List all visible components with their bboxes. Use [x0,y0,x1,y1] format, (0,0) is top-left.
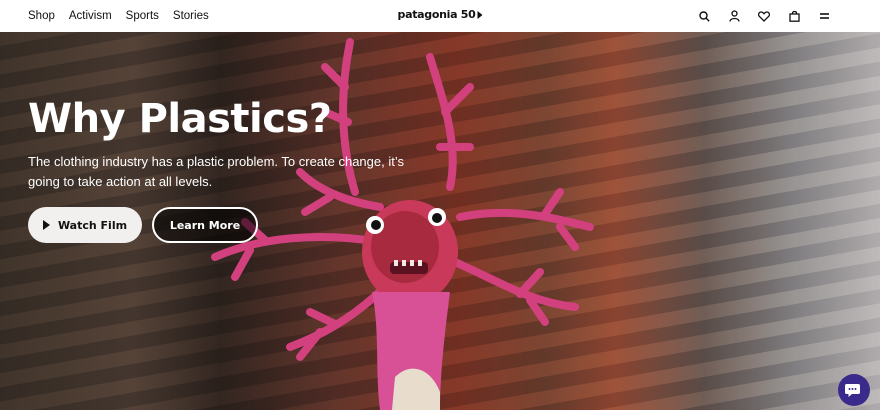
heart-icon[interactable] [756,8,772,24]
play-icon [42,220,50,230]
hero-title: Why Plastics? [28,96,332,142]
hero-subtitle: The clothing industry has a plastic prob… [28,154,405,189]
nav-stories[interactable]: Stories [173,10,209,22]
nav-sports[interactable]: Sports [126,10,159,22]
chat-button[interactable] [838,374,870,406]
nav-shop[interactable]: Shop [28,10,55,22]
logo-text: patagonia 50 [397,8,476,21]
site-header: Shop Activism Sports Stories patagonia 5… [0,0,880,32]
search-icon[interactable] [696,8,712,24]
main-nav: Shop Activism Sports Stories [28,10,209,22]
menu-icon[interactable] [816,8,832,24]
logo-arrow-icon [477,10,483,19]
account-icon[interactable] [726,8,742,24]
hero-text-block: Why Plastics? The clothing industry has … [28,96,448,192]
watch-film-label: Watch Film [57,218,128,232]
learn-more-button[interactable]: Learn More [152,207,258,243]
bag-icon[interactable] [786,8,802,24]
header-icons [696,8,832,24]
chat-icon [845,384,860,397]
learn-more-label: Learn More [169,218,241,232]
patagonia-logo[interactable]: patagonia 50 [398,8,483,21]
watch-film-button[interactable]: Watch Film [28,207,142,243]
nav-activism[interactable]: Activism [69,10,112,22]
hero-banner: Why Plastics? The clothing industry has … [0,32,880,410]
hero-buttons: Watch Film Learn More [28,207,258,243]
